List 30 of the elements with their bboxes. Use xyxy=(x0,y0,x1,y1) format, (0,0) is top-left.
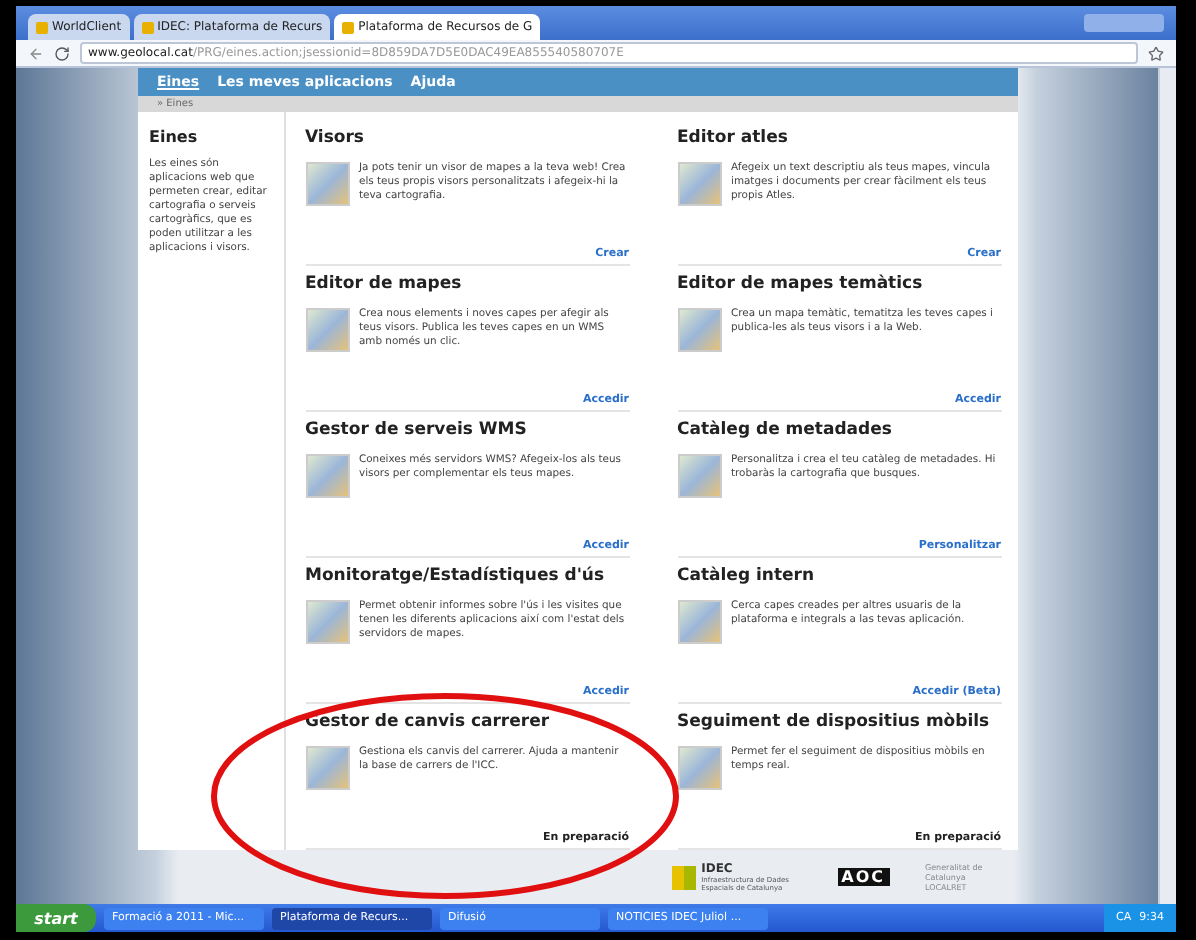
map-thumbnail xyxy=(677,162,721,206)
map-thumbnail xyxy=(305,600,349,644)
map-thumbnail xyxy=(677,600,721,644)
favicon-icon xyxy=(342,21,355,33)
start-button[interactable]: start xyxy=(16,904,96,932)
star-icon[interactable] xyxy=(1148,45,1164,61)
scrollbar[interactable] xyxy=(1158,68,1176,904)
map-thumbnail xyxy=(305,162,349,206)
logo-icon xyxy=(671,865,696,889)
card-title: Monitoratge/Estadístiques d'ús xyxy=(305,566,607,586)
card-title: Seguiment de dispositius mòbils xyxy=(677,712,992,732)
map-thumbnail xyxy=(305,746,349,790)
card-title: Catàleg de metadades xyxy=(677,420,894,440)
card-title: Editor de mapes xyxy=(305,274,464,294)
card-title: Editor de mapes temàtics xyxy=(677,274,925,294)
back-icon[interactable] xyxy=(28,45,44,61)
map-thumbnail xyxy=(305,454,349,498)
reload-icon[interactable] xyxy=(54,45,70,61)
logo-text: AOC xyxy=(837,868,889,886)
map-thumbnail xyxy=(677,746,721,790)
card-title: Gestor de serveis WMS xyxy=(305,420,529,440)
card-title: Visors xyxy=(305,128,366,148)
favicon-icon xyxy=(141,21,154,33)
favicon-icon xyxy=(36,21,48,33)
map-thumbnail xyxy=(677,454,721,498)
card-title: Catàleg intern xyxy=(677,566,817,586)
map-thumbnail xyxy=(305,308,349,352)
sidebar-title: Eines xyxy=(149,128,200,146)
card-title: Editor atles xyxy=(677,128,790,148)
map-thumbnail xyxy=(677,308,721,352)
